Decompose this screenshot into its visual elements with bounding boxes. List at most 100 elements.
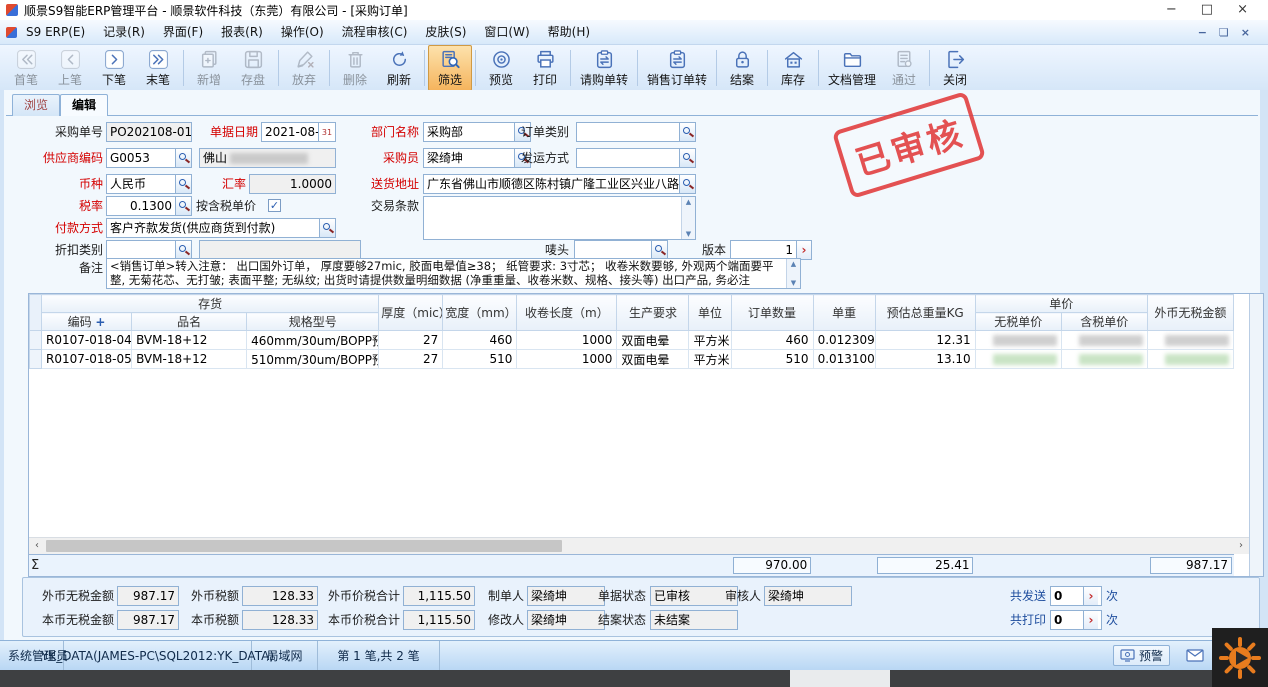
cell-width[interactable]: 460: [443, 331, 517, 350]
cell-prod-req[interactable]: 双面电晕: [617, 350, 689, 369]
payment-field[interactable]: 客户齐款发货(供应商货到付款): [106, 218, 336, 238]
toolbar-button-close-case[interactable]: 结案: [720, 45, 764, 91]
scroll-up-icon[interactable]: ▲: [791, 260, 796, 268]
mdi-close-button[interactable]: ×: [1241, 26, 1250, 39]
cell-unit[interactable]: 平方米: [689, 350, 731, 369]
menu-item-record[interactable]: 记录(R): [94, 20, 154, 44]
scroll-up-icon[interactable]: ▲: [686, 198, 691, 206]
tab-browse[interactable]: 浏览: [12, 94, 60, 116]
row-indicator[interactable]: [30, 350, 42, 369]
menu-item-s9-erp[interactable]: S9 ERP(E): [17, 20, 94, 44]
order-type-field[interactable]: [576, 122, 696, 142]
menu-item-skin[interactable]: 皮肤(S): [416, 20, 475, 44]
toolbar-button-preview[interactable]: 预览: [479, 45, 523, 91]
toolbar-button-sales-transfer[interactable]: 销售订单转: [641, 45, 713, 91]
scroll-left-icon[interactable]: ‹: [29, 539, 45, 553]
shipping-mark-field[interactable]: [574, 240, 668, 260]
cell-qty[interactable]: 510: [731, 350, 813, 369]
lookup-icon[interactable]: [175, 175, 191, 193]
col-header-name[interactable]: 品名: [132, 313, 247, 331]
tax-inclusive-checkbox[interactable]: ✓: [268, 199, 281, 212]
scroll-down-icon[interactable]: ▼: [791, 279, 796, 287]
printed-count-field[interactable]: 0›: [1050, 610, 1102, 630]
row-indicator[interactable]: [30, 331, 42, 350]
maximize-button[interactable]: □: [1201, 1, 1213, 19]
cell-price-no-tax[interactable]: [975, 350, 1061, 369]
tax-rate-field[interactable]: 0.1300: [106, 196, 192, 216]
grid-hscrollbar[interactable]: ‹ ›: [29, 537, 1249, 554]
lookup-icon[interactable]: [175, 149, 191, 167]
close-button[interactable]: ×: [1237, 1, 1248, 19]
scroll-down-icon[interactable]: ▼: [686, 230, 691, 238]
cell-spec[interactable]: 460mm/30um/BOPP预涂触...: [247, 331, 379, 350]
col-header-unit[interactable]: 单位: [689, 295, 731, 331]
col-header-thickness[interactable]: 厚度（mic）: [379, 295, 443, 331]
alert-button[interactable]: 预警: [1113, 645, 1170, 666]
cell-price-tax[interactable]: [1061, 331, 1147, 350]
doc-date-field[interactable]: 2021-08-0431: [261, 122, 336, 142]
col-header-est-weight[interactable]: 预估总重量KG: [875, 295, 975, 331]
cell-unit[interactable]: 平方米: [689, 331, 731, 350]
cell-foreign-amount[interactable]: [1147, 350, 1233, 369]
toolbar-button-doc-manage[interactable]: 文档管理: [822, 45, 882, 91]
menu-item-report[interactable]: 报表(R): [212, 20, 272, 44]
cell-code[interactable]: R0107-018-0510-...: [42, 350, 132, 369]
remark-field[interactable]: <销售订单>转入注意： 出口国外订单， 厚度要够27mic, 胶面电晕值≥38；…: [106, 258, 801, 289]
menu-item-window[interactable]: 窗口(W): [475, 20, 538, 44]
mdi-restore-button[interactable]: ❏: [1219, 26, 1229, 39]
menu-item-interface[interactable]: 界面(F): [154, 20, 212, 44]
lookup-icon[interactable]: [679, 123, 695, 141]
minimize-button[interactable]: −: [1166, 1, 1177, 19]
lookup-icon[interactable]: [319, 219, 335, 237]
toolbar-button-last[interactable]: 末笔: [136, 45, 180, 91]
toolbar-button-next[interactable]: 下笔: [92, 45, 136, 91]
col-header-prod-req[interactable]: 生产要求: [617, 295, 689, 331]
spinner-icon[interactable]: ›: [796, 241, 811, 259]
col-header-width[interactable]: 宽度（mm）: [443, 295, 517, 331]
cell-length[interactable]: 1000: [517, 350, 617, 369]
supplier-code-field[interactable]: G0053: [106, 148, 192, 168]
menu-item-operation[interactable]: 操作(O): [272, 20, 333, 44]
cell-thickness[interactable]: 27: [379, 331, 443, 350]
cell-length[interactable]: 1000: [517, 331, 617, 350]
address-field[interactable]: 广东省佛山市顺德区陈村镇广隆工业区兴业八路9号之一: [423, 174, 696, 194]
hscroll-thumb[interactable]: [46, 540, 562, 552]
spinner-icon[interactable]: ›: [1083, 587, 1098, 605]
sent-count-field[interactable]: 0›: [1050, 586, 1102, 606]
cell-code[interactable]: R0107-018-0460-...: [42, 331, 132, 350]
col-header-length[interactable]: 收卷长度（m）: [517, 295, 617, 331]
toolbar-button-inventory[interactable]: 库存: [771, 45, 815, 91]
cell-est-weight[interactable]: 12.31: [875, 331, 975, 350]
toolbar-button-print[interactable]: 打印: [523, 45, 567, 91]
cell-est-weight[interactable]: 13.10: [875, 350, 975, 369]
toolbar-button-req-transfer[interactable]: 请购单转: [574, 45, 634, 91]
textarea-scrollbar[interactable]: ▲▼: [681, 197, 695, 239]
cell-unit-weight[interactable]: 0.0123096: [813, 331, 875, 350]
trade-terms-field[interactable]: ▲▼: [423, 196, 696, 240]
cell-name[interactable]: BVM-18+12: [132, 331, 247, 350]
col-header-price-tax[interactable]: 含税单价: [1061, 313, 1147, 331]
grid-vscrollbar[interactable]: [1249, 294, 1263, 576]
col-header-unit-weight[interactable]: 单重: [813, 295, 875, 331]
toolbar-button-close[interactable]: 关闭: [933, 45, 977, 91]
lookup-icon[interactable]: [679, 149, 695, 167]
discount-field[interactable]: [106, 240, 192, 260]
po-number-field[interactable]: PO202108-013: [106, 122, 192, 142]
col-header-price-no-tax[interactable]: 无税单价: [975, 313, 1061, 331]
cell-prod-req[interactable]: 双面电晕: [617, 331, 689, 350]
lookup-icon[interactable]: [175, 197, 191, 215]
toolbar-button-filter[interactable]: 筛选: [428, 45, 472, 91]
mail-icon[interactable]: [1186, 649, 1204, 662]
cell-width[interactable]: 510: [443, 350, 517, 369]
cell-name[interactable]: BVM-18+12: [132, 350, 247, 369]
menu-item-help[interactable]: 帮助(H): [539, 20, 599, 44]
pin-icon[interactable]: +: [95, 315, 105, 329]
menu-item-workflow-audit[interactable]: 流程审核(C): [333, 20, 417, 44]
cell-unit-weight[interactable]: 0.0131000: [813, 350, 875, 369]
mdi-minimize-button[interactable]: −: [1198, 26, 1207, 39]
rate-field[interactable]: 1.0000: [249, 174, 336, 194]
toolbar-button-refresh[interactable]: 刷新: [377, 45, 421, 91]
cell-foreign-amount[interactable]: [1147, 331, 1233, 350]
col-header-qty[interactable]: 订单数量: [731, 295, 813, 331]
floating-logo-widget[interactable]: [1212, 628, 1268, 687]
